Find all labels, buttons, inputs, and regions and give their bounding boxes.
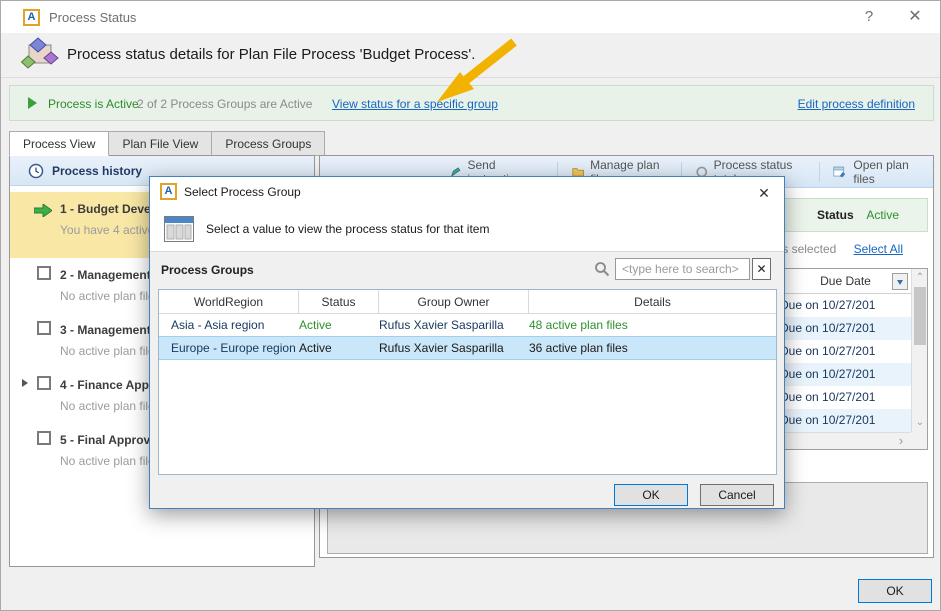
history-item-subtitle: No active plan file [60, 399, 155, 413]
search-input[interactable] [615, 258, 750, 280]
view-group-status-link[interactable]: View status for a specific group [332, 97, 498, 111]
window-title: Process Status [49, 10, 136, 25]
expander-icon[interactable] [22, 379, 28, 387]
filter-dropdown-icon[interactable] [892, 273, 908, 290]
due-date-column-header: Due Date [820, 274, 871, 288]
history-item-title: 4 - Finance Appro [60, 378, 161, 392]
divider [1, 77, 940, 78]
history-item-title: 3 - Management [60, 323, 151, 337]
history-item-subtitle: No active plan file [60, 344, 155, 358]
cancel-button[interactable]: Cancel [700, 484, 774, 506]
due-date-cell: Due on 10/27/201 [780, 386, 911, 409]
app-icon: A [160, 183, 177, 200]
details-cell: 48 active plan files [529, 314, 776, 336]
scrollbar-thumb[interactable] [914, 287, 926, 345]
search-icon [594, 261, 610, 277]
process-groups-label: Process Groups [161, 263, 254, 277]
history-item-subtitle: No active plan file [60, 454, 155, 468]
help-icon[interactable]: ? [856, 7, 882, 27]
modal-title-bar: A Select Process Group ✕ [150, 177, 784, 207]
checkbox[interactable] [37, 266, 51, 280]
column-header[interactable]: Group Owner [379, 290, 529, 313]
play-icon [28, 97, 37, 109]
dialog-ok-button[interactable]: OK [858, 579, 932, 603]
title-bar: A Process Status ? ✕ [1, 1, 940, 33]
details-cell: 36 active plan files [529, 337, 776, 359]
green-arrow-icon [34, 204, 52, 217]
table-select-icon [164, 216, 194, 242]
region-cell: Europe - Europe region [159, 337, 299, 359]
history-item-subtitle: You have 4 active [60, 223, 154, 237]
toolbar-label: Open plan files [853, 158, 919, 186]
status-cell: Active [299, 314, 379, 336]
clock-icon [28, 163, 44, 179]
column-header[interactable]: WorldRegion [159, 290, 299, 313]
history-item-title: 1 - Budget Develo [60, 202, 161, 216]
vertical-scrollbar[interactable]: ⌃ ⌄ [911, 269, 927, 432]
process-group-row-europe[interactable]: Europe - Europe region Active Rufus Xavi… [159, 336, 776, 360]
status-cell: Active [299, 337, 379, 359]
modal-instruction: Select a value to view the process statu… [206, 222, 489, 236]
column-header[interactable]: Status [299, 290, 379, 313]
column-header[interactable]: Details [529, 290, 776, 313]
select-all-link[interactable]: Select All [854, 242, 903, 256]
checkbox[interactable] [37, 431, 51, 445]
open-plan-files-icon [833, 165, 847, 179]
process-groups-table: WorldRegion Status Group Owner Details A… [158, 289, 777, 475]
app-icon: A [23, 9, 40, 26]
edit-process-definition-link[interactable]: Edit process definition [798, 97, 915, 111]
process-status-dialog: A Process Status ? ✕ Process status deta… [0, 0, 941, 611]
process-groups-table-header: WorldRegion Status Group Owner Details [159, 290, 776, 314]
checkbox[interactable] [37, 376, 51, 390]
scroll-down-icon[interactable]: ⌄ [912, 415, 928, 431]
group-summary-text: 2 of 2 Process Groups are Active [137, 97, 312, 111]
dialog-description: Process status details for Plan File Pro… [67, 46, 475, 63]
scrollbar-corner [911, 432, 927, 449]
status-label: Status [817, 208, 854, 222]
checkbox[interactable] [37, 321, 51, 335]
clear-search-icon[interactable]: ✕ [752, 258, 771, 280]
select-process-group-dialog: A Select Process Group ✕ Select a value … [149, 176, 785, 509]
modal-title: Select Process Group [184, 185, 301, 199]
owner-cell: Rufus Xavier Sasparilla [379, 314, 529, 336]
close-icon[interactable]: ✕ [902, 7, 928, 27]
process-diagram-icon [21, 37, 59, 71]
ok-button[interactable]: OK [614, 484, 688, 506]
close-icon[interactable]: ✕ [754, 183, 774, 203]
due-date-cell: Due on 10/27/201 [780, 317, 911, 340]
tab-bar: Process View Plan File View Process Grou… [9, 131, 325, 156]
scroll-right-icon[interactable]: › [893, 433, 909, 449]
tab-process-groups[interactable]: Process Groups [212, 131, 325, 156]
due-date-cell: Due on 10/27/201 [780, 294, 911, 317]
status-banner: Process is Active 2 of 2 Process Groups … [9, 85, 934, 121]
process-status-text: Process is Active [48, 97, 139, 111]
process-group-row-asia[interactable]: Asia - Asia region Active Rufus Xavier S… [159, 314, 776, 336]
open-plan-files-button[interactable]: Open plan files [819, 156, 933, 187]
history-item-title: 5 - Final Approval [60, 433, 160, 447]
owner-cell: Rufus Xavier Sasparilla [379, 337, 529, 359]
tab-plan-file-view[interactable]: Plan File View [109, 131, 212, 156]
modal-instruction-row: Select a value to view the process statu… [150, 207, 784, 252]
due-date-cell: Due on 10/27/201 [780, 363, 911, 386]
tab-process-view[interactable]: Process View [9, 131, 109, 156]
history-item-title: 2 - Management [60, 268, 151, 282]
history-item-subtitle: No active plan file [60, 289, 155, 303]
due-date-cell: Due on 10/27/201 [780, 409, 911, 432]
status-value: Active [866, 208, 899, 222]
due-date-cell: Due on 10/27/201 [780, 340, 911, 363]
region-cell: Asia - Asia region [159, 314, 299, 336]
scroll-up-icon[interactable]: ⌃ [912, 270, 928, 286]
process-history-title: Process history [52, 156, 142, 186]
